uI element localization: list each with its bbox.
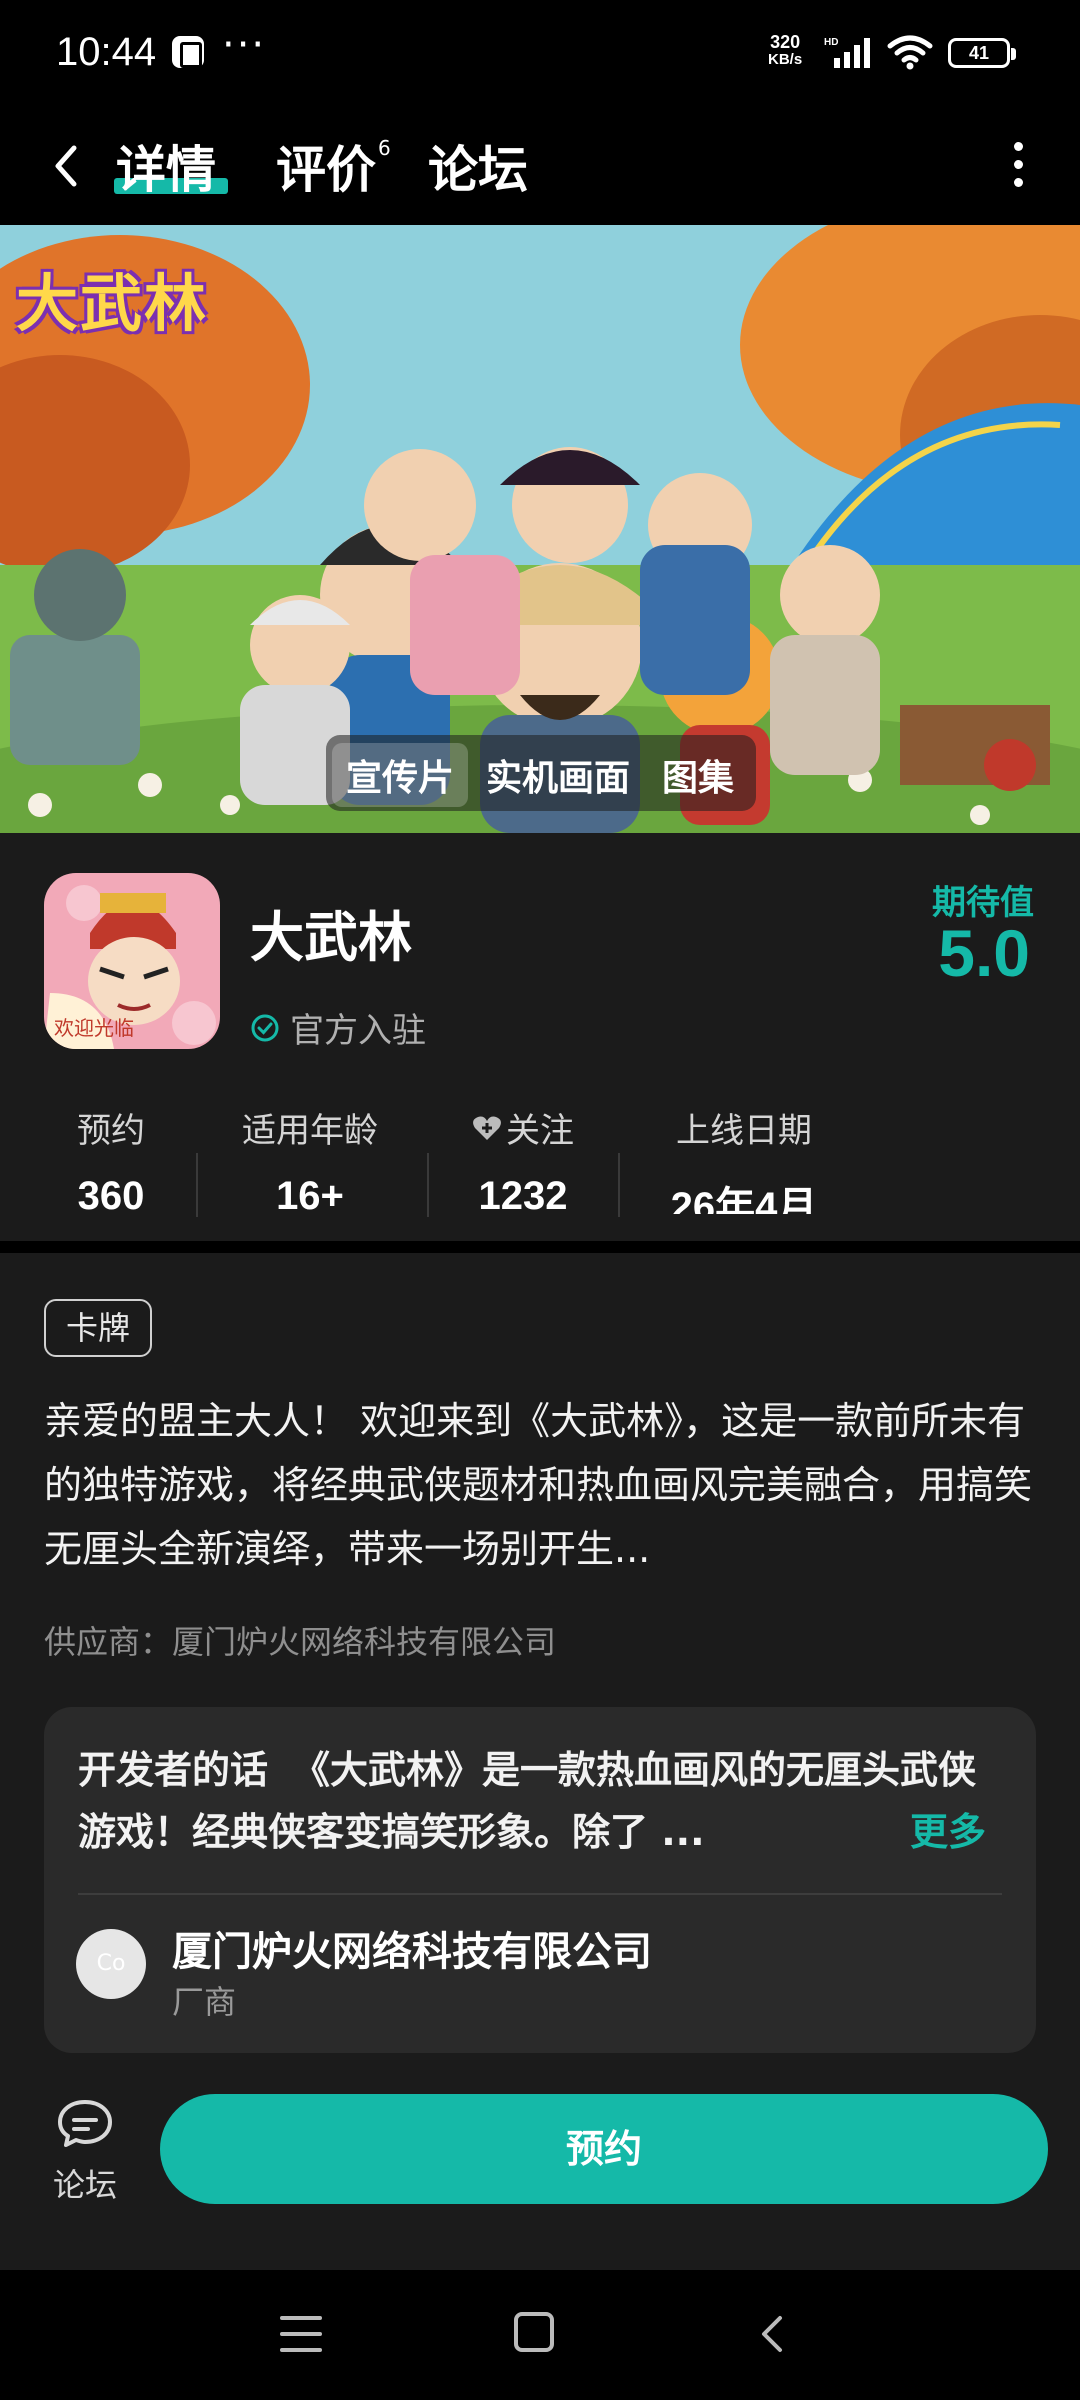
signal-icon: HD (824, 37, 870, 68)
divider (78, 1893, 1002, 1895)
back-arrow-icon[interactable] (44, 136, 92, 196)
media-tab-trailer[interactable]: 宣传片 (332, 743, 469, 807)
app-info: 欢迎光临 大武林 官方入驻 期待值 5.0 预约 360 适用年龄 16+ 关注… (0, 833, 1080, 1241)
stat-label: 预约 (77, 1111, 145, 1151)
system-back-icon[interactable] (752, 2310, 792, 2358)
network-speed-unit: KB/s (768, 51, 803, 68)
status-bar: 10:44 ··· 320 KB/s HD 41 (0, 0, 1080, 110)
wifi-icon (887, 35, 933, 70)
stat-divider (196, 1153, 198, 1217)
stat-followers[interactable]: 关注 1232 (450, 1103, 596, 1214)
tab-details[interactable]: 详情 (116, 130, 216, 202)
network-speed-value: 320 (770, 32, 801, 52)
forum-button[interactable]: 论坛 (30, 2098, 140, 2206)
stat-divider (618, 1153, 620, 1217)
game-logo: 大武林 (16, 267, 209, 340)
top-nav: 详情 评价 6 论坛 (0, 110, 1080, 225)
reserve-button[interactable]: 预约 (160, 2094, 1048, 2204)
reviews-count-badge: 6 (378, 136, 391, 161)
developer-note-title: 开发者的话 (78, 1748, 269, 1792)
svg-text:欢迎光临: 欢迎光临 (54, 1016, 134, 1040)
check-circle-icon (251, 1014, 279, 1041)
media-banner[interactable]: 大武林 宣传片 实机画面 图集 (0, 225, 1080, 833)
battery-icon: 41 (948, 38, 1016, 68)
stat-label: 关注 (506, 1111, 574, 1151)
stat-value: 360 (77, 1174, 145, 1214)
more-link[interactable]: 更多 (910, 1801, 986, 1863)
developer-avatar[interactable]: Co (76, 1929, 146, 1999)
stat-release-date: 上线日期 26年4月 (644, 1103, 844, 1214)
stat-divider (427, 1153, 429, 1217)
network-speed: 320 KB/s (768, 33, 802, 69)
verified-badge: 官方入驻 (250, 1003, 426, 1052)
verified-label: 官方入驻 (290, 1011, 426, 1051)
stat-label: 适用年龄 (242, 1111, 378, 1151)
more-options-icon[interactable] (1012, 142, 1024, 192)
developer-note[interactable]: 开发者的话 《大武林》是一款热血画风的无厘头武侠游戏！经典侠客变搞笑形象。除了 .… (78, 1739, 998, 1863)
home-icon[interactable] (514, 2312, 554, 2352)
developer-company[interactable]: 厦门炉火网络科技有限公司 (172, 1919, 652, 1977)
stat-value: 26年4月 (670, 1185, 818, 1214)
developer-role: 厂商 (172, 1983, 237, 2021)
stat-value: 1232 (478, 1174, 568, 1214)
supplier-info: 供应商：厦门炉火网络科技有限公司 (44, 1623, 557, 1661)
app-title: 大武林 (250, 906, 412, 969)
stat-age-rating: 适用年龄 16+ (220, 1103, 400, 1214)
tab-reviews-label: 评价 (276, 141, 376, 199)
media-tabs: 宣传片 实机画面 图集 (326, 735, 756, 811)
stat-reservations: 预约 360 (46, 1103, 176, 1214)
tiktok-notification-icon (172, 36, 204, 68)
stat-label: 上线日期 (676, 1111, 812, 1151)
expectation-score: 5.0 (938, 916, 1030, 990)
forum-button-label: 论坛 (52, 2166, 117, 2204)
app-icon[interactable]: 欢迎光临 (44, 873, 220, 1049)
tab-reviews[interactable]: 评价 6 (276, 130, 391, 202)
genre-tag[interactable]: 卡牌 (44, 1299, 153, 1357)
hd-label: HD (824, 37, 838, 48)
status-time: 10:44 (56, 30, 157, 74)
developer-card: 开发者的话 《大武林》是一款热血画风的无厘头武侠游戏！经典侠客变搞笑形象。除了 .… (44, 1707, 1036, 2053)
tab-forum[interactable]: 论坛 (428, 130, 528, 202)
game-description[interactable]: 亲爱的盟主大人！ 欢迎来到《大武林》，这是一款前所未有的独特游戏，将经典武侠题材… (44, 1389, 1040, 1581)
tab-details-label: 详情 (116, 141, 216, 199)
media-tab-gameplay[interactable]: 实机画面 (486, 749, 630, 801)
chat-bubble-icon (58, 2100, 112, 2147)
system-nav-bar (0, 2270, 1080, 2400)
stats-row: 预约 360 适用年龄 16+ 关注 1232 上线日期 26年4月 (0, 1103, 1080, 1233)
stat-value: 16+ (276, 1174, 344, 1214)
more-notifications-icon: ··· (222, 22, 267, 68)
media-tab-gallery[interactable]: 图集 (662, 749, 734, 801)
section-divider (0, 1241, 1080, 1253)
recent-apps-icon[interactable] (280, 2316, 322, 2352)
heart-plus-icon (473, 1116, 501, 1140)
